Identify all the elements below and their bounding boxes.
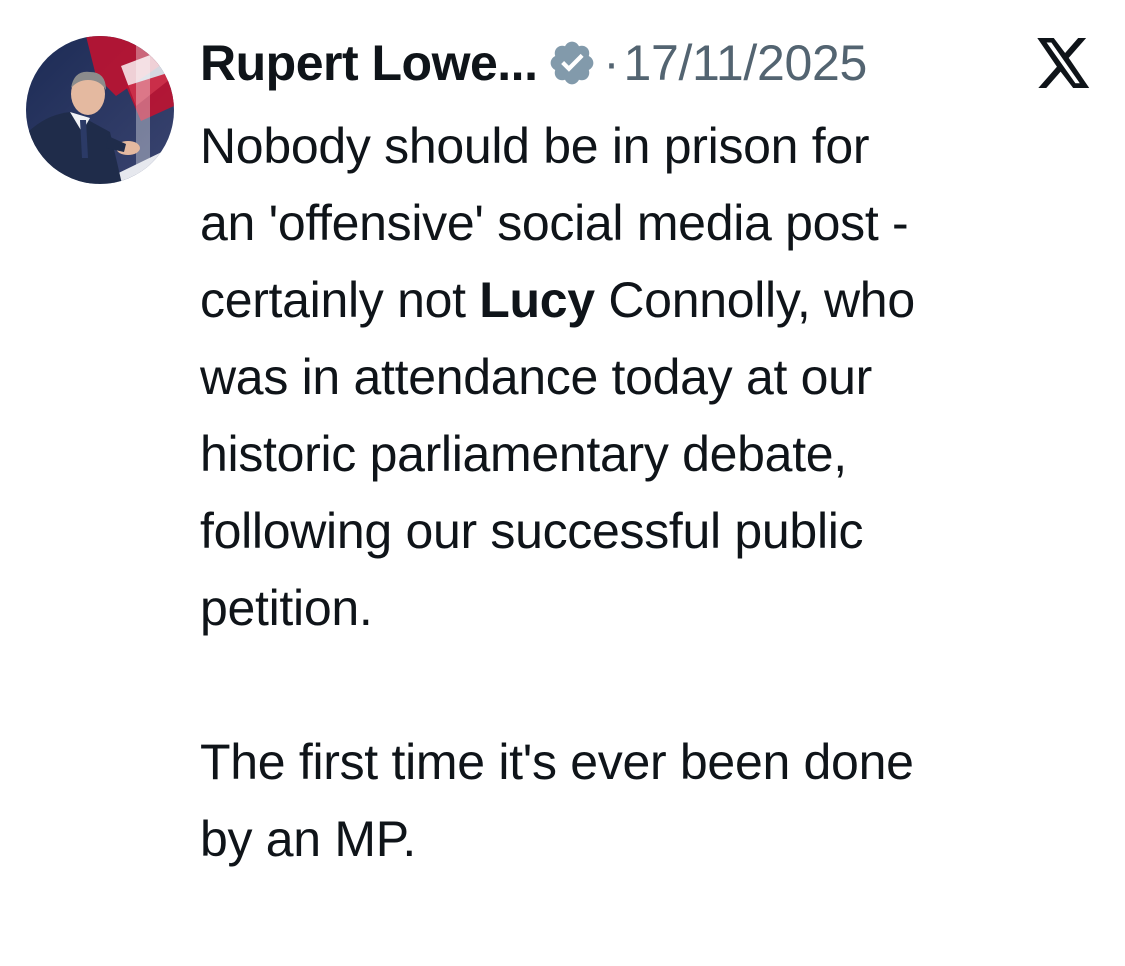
- verified-badge-icon: [547, 38, 597, 88]
- avatar-image: [26, 36, 174, 184]
- author-display-name[interactable]: Rupert Lowe...: [200, 34, 538, 92]
- tweet: Rupert Lowe... · 17/11/2025 Nobody shoul…: [0, 0, 1125, 966]
- tweet-text-line: petition.: [200, 580, 373, 636]
- tweet-date[interactable]: 17/11/2025: [623, 34, 867, 92]
- tweet-text-line: certainly not Lucy Connolly, who: [200, 262, 1105, 339]
- tweet-header: Rupert Lowe... · 17/11/2025: [200, 28, 867, 98]
- avatar[interactable]: [26, 36, 174, 184]
- tweet-text-line: Nobody should be in prison for: [200, 118, 870, 174]
- tweet-text-segment: Connolly, who: [594, 272, 915, 328]
- tweet-text-line: an 'offensive' social media post -: [200, 195, 909, 251]
- tweet-text: Nobody should be in prison for an 'offen…: [200, 108, 1105, 878]
- tweet-text-line: historic parliamentary debate,: [200, 426, 847, 482]
- tweet-text-segment: certainly not: [200, 272, 480, 328]
- tweet-text-line: by an MP.: [200, 811, 416, 867]
- tweet-text-line: The first time it's ever been done: [200, 734, 914, 790]
- tweet-text-line: following our successful public: [200, 503, 864, 559]
- tweet-text-bold: Lucy: [479, 272, 595, 328]
- x-logo-icon[interactable]: [1036, 38, 1092, 88]
- header-separator: ·: [603, 36, 620, 90]
- tweet-text-line: was in attendance today at our: [200, 349, 873, 405]
